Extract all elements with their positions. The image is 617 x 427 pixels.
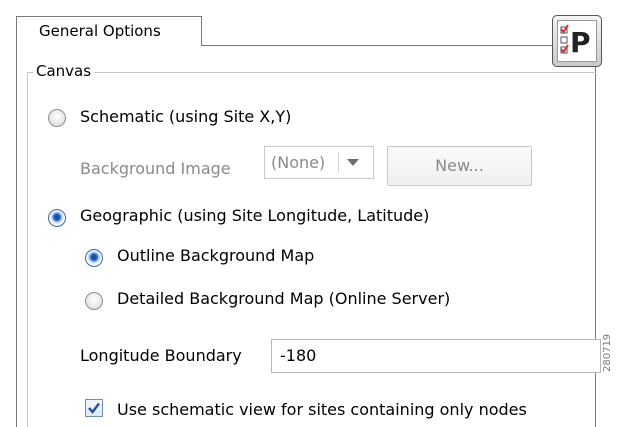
geographic-radio[interactable]: [48, 209, 66, 227]
select-separator: [338, 152, 339, 173]
schematic-view-checkbox[interactable]: [85, 399, 103, 417]
detailed-map-label: Detailed Background Map (Online Server): [117, 289, 451, 308]
outline-map-radio[interactable]: [85, 249, 103, 267]
chevron-down-icon: [347, 159, 359, 166]
new-background-button[interactable]: New...: [387, 146, 532, 186]
canvas-group-title: Canvas: [33, 62, 95, 80]
longitude-boundary-label: Longitude Boundary: [80, 346, 242, 365]
checkmark-icon: [88, 402, 100, 414]
detailed-map-radio[interactable]: [85, 292, 103, 310]
geographic-label: Geographic (using Site Longitude, Latitu…: [80, 206, 430, 225]
panel-border: [201, 45, 596, 46]
tab-label: General Options: [39, 22, 161, 40]
schematic-label: Schematic (using Site X,Y): [80, 107, 292, 126]
background-image-label: Background Image: [80, 159, 231, 178]
tab-general-options[interactable]: General Options: [16, 16, 202, 46]
schematic-radio[interactable]: [48, 109, 66, 127]
figure-id: 280719: [602, 333, 613, 372]
background-image-value: (None): [271, 153, 326, 172]
svg-text:P: P: [570, 26, 591, 59]
schematic-view-label: Use schematic view for sites containing …: [117, 400, 527, 419]
longitude-boundary-input[interactable]: -180: [271, 339, 601, 373]
background-image-select[interactable]: (None): [264, 146, 374, 179]
checklist-icon: P: [560, 24, 591, 59]
logo-face: P: [557, 20, 597, 62]
app-logo-icon: P: [552, 15, 602, 67]
outline-map-label: Outline Background Map: [117, 246, 315, 265]
